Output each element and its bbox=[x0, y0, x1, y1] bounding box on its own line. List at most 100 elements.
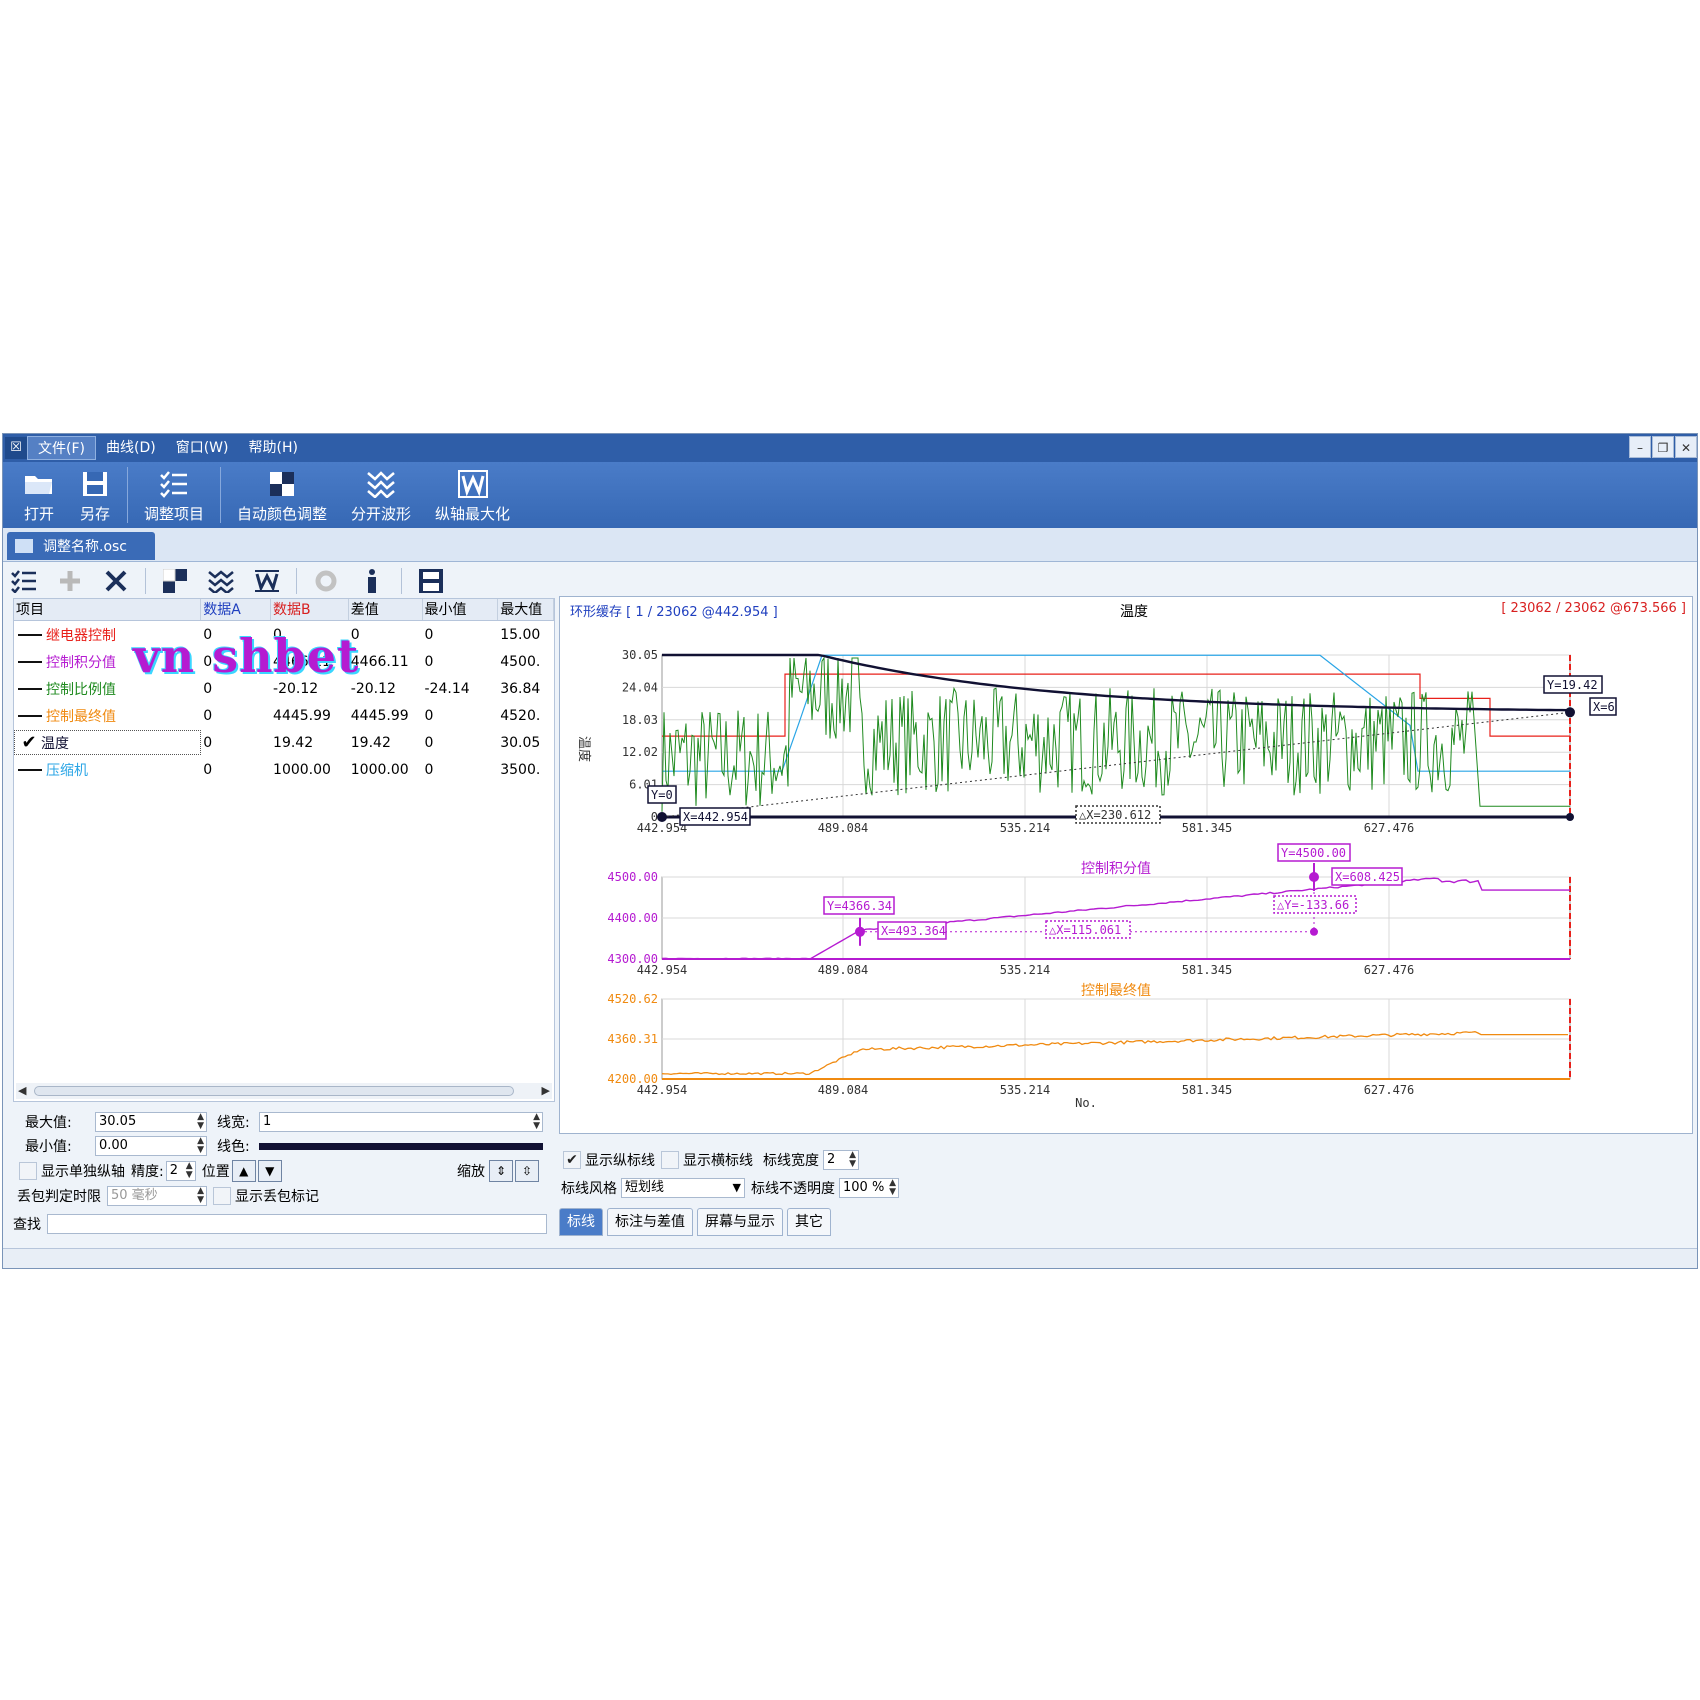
search-input[interactable] bbox=[47, 1214, 547, 1234]
show-drop-checkbox[interactable] bbox=[213, 1187, 231, 1205]
plot-panel bbox=[661, 876, 1571, 960]
tab-screen-display[interactable]: 屏幕与显示 bbox=[697, 1208, 783, 1236]
header-min[interactable]: 最小值 bbox=[423, 599, 499, 620]
data-a-cell: 0 bbox=[203, 707, 213, 724]
tab-annotations[interactable]: 标注与差值 bbox=[607, 1208, 693, 1236]
x-tick-label: 581.345 bbox=[1182, 963, 1233, 977]
zoom-out-button[interactable]: ⇳ bbox=[515, 1160, 539, 1182]
adjust-items-small-button[interactable] bbox=[7, 566, 41, 596]
max-cell: 4520. bbox=[500, 707, 541, 724]
item-name-cell[interactable]: ✔ 温度 bbox=[14, 730, 202, 755]
color-blocks-icon bbox=[163, 569, 187, 593]
restore-button[interactable]: ❐ bbox=[1652, 436, 1674, 458]
x-tick-label: 627.476 bbox=[1364, 963, 1415, 977]
horizontal-scrollbar[interactable]: ◀ ▶ bbox=[16, 1083, 552, 1099]
tab-other[interactable]: 其它 bbox=[787, 1208, 831, 1236]
auto-color-small-button[interactable] bbox=[158, 566, 192, 596]
header-max[interactable]: 最大值 bbox=[498, 599, 554, 620]
maximize-axis-button[interactable]: 纵轴最大化 bbox=[423, 466, 522, 528]
folder-open-icon bbox=[23, 469, 55, 499]
save-small-button[interactable] bbox=[414, 566, 448, 596]
check-icon[interactable]: ✔ bbox=[17, 732, 41, 753]
item-name-cell[interactable]: 压缩机 bbox=[14, 760, 201, 780]
marker-b-point bbox=[1309, 872, 1319, 882]
y-tick-label: 4520.62 bbox=[607, 992, 658, 1006]
item-name: 继电器控制 bbox=[46, 627, 116, 644]
tab-markers[interactable]: 标线 bbox=[559, 1208, 603, 1236]
separate-waves-button[interactable]: 分开波形 bbox=[339, 466, 423, 528]
marker-settings: ✔ 显示纵标线 显示横标线 标线宽度 2 ▲ ▼ 标线风格 短划线 ▼ 标线不透明度 … bbox=[559, 1142, 1693, 1206]
max-cell: 30.05 bbox=[500, 734, 541, 751]
scroll-left-icon[interactable]: ◀ bbox=[18, 1084, 26, 1097]
line-style-row: 标线风格 短划线 ▼ 标线不透明度 100 % ▲ ▼ bbox=[561, 1178, 899, 1198]
save-as-button[interactable]: 另存 bbox=[67, 466, 123, 528]
separate-waves-small-button[interactable] bbox=[204, 566, 238, 596]
drop-time-input[interactable]: 50 毫秒 ▲ ▼ bbox=[107, 1186, 207, 1206]
show-vlines-checkbox[interactable]: ✔ bbox=[563, 1151, 581, 1169]
spin-arrows-icon: ▲ ▼ bbox=[533, 1112, 540, 1131]
position-down-button[interactable]: ▼ bbox=[257, 1160, 282, 1182]
max-cell: 4500. bbox=[500, 653, 541, 670]
y-axis-label: 温度 bbox=[576, 736, 592, 762]
close-button[interactable]: ✕ bbox=[1675, 436, 1697, 458]
delete-item-button[interactable] bbox=[99, 566, 133, 596]
x-tick-label: 535.214 bbox=[1000, 1083, 1051, 1097]
min-row: 最小值: 0.00 ▲ ▼ bbox=[25, 1136, 207, 1156]
header-data-b[interactable]: 数据B bbox=[271, 599, 349, 620]
item-name-cell[interactable]: 控制最终值 bbox=[14, 706, 201, 726]
open-button[interactable]: 打开 bbox=[11, 466, 67, 528]
dropdown-arrow-icon: ▼ bbox=[732, 1181, 741, 1194]
menu-curve[interactable]: 曲线(D) bbox=[96, 436, 166, 460]
ribbon-toolbar: 打开 另存 调整项目 自动颜色调整 分开波形 纵轴最大化 bbox=[3, 462, 1697, 528]
y-tick-label: 18.03 bbox=[622, 713, 658, 727]
y-tick-label: 12.02 bbox=[622, 745, 658, 759]
search-bar: 查找 bbox=[13, 1212, 555, 1236]
table-row[interactable]: 控制最终值 0 4445.99 4445.99 0 4520. bbox=[14, 702, 554, 729]
line-color-swatch[interactable] bbox=[259, 1142, 543, 1150]
info-button[interactable] bbox=[355, 566, 389, 596]
table-row[interactable]: 压缩机 0 1000.00 1000.00 0 3500. bbox=[14, 756, 554, 783]
minimize-button[interactable]: – bbox=[1629, 436, 1651, 458]
line-toggle-row: ✔ 显示纵标线 显示横标线 标线宽度 2 ▲ ▼ bbox=[563, 1150, 859, 1170]
document-tab[interactable]: 调整名称.osc bbox=[7, 532, 155, 560]
header-diff[interactable]: 差值 bbox=[349, 599, 423, 620]
line-width-input[interactable]: 2 ▲ ▼ bbox=[823, 1150, 859, 1170]
linewidth-input[interactable]: 1 ▲ ▼ bbox=[259, 1112, 543, 1132]
table-row[interactable]: ✔ 温度 0 19.42 19.42 0 30.05 bbox=[14, 729, 554, 756]
adjust-items-button[interactable]: 调整项目 bbox=[132, 466, 216, 528]
menu-help[interactable]: 帮助(H) bbox=[238, 436, 307, 460]
min-value-input[interactable]: 0.00 ▲ ▼ bbox=[95, 1136, 207, 1156]
app-icon[interactable]: ☒ bbox=[5, 437, 27, 459]
min-cell: -24.14 bbox=[424, 680, 470, 697]
line-style-select[interactable]: 短划线 ▼ bbox=[621, 1178, 745, 1198]
refresh-button[interactable] bbox=[309, 566, 343, 596]
y-tick-label: 4500.00 bbox=[607, 870, 658, 884]
show-vlines-label: 显示纵标线 bbox=[585, 1153, 655, 1169]
zoom-in-button[interactable]: ⇕ bbox=[489, 1160, 513, 1182]
opacity-input[interactable]: 100 % ▲ ▼ bbox=[839, 1178, 899, 1198]
precision-input[interactable]: 2 ▲ ▼ bbox=[165, 1161, 196, 1181]
x-tick-label: 489.084 bbox=[818, 821, 869, 835]
show-hlines-checkbox[interactable] bbox=[661, 1151, 679, 1169]
waveform-plot[interactable]: 30.0524.0418.0312.026.010442.954 489.084 5… bbox=[560, 621, 1690, 1133]
menu-window[interactable]: 窗口(W) bbox=[166, 436, 239, 460]
auto-color-button[interactable]: 自动颜色调整 bbox=[225, 466, 339, 528]
header-item[interactable]: 项目 bbox=[14, 599, 202, 620]
toolbar-separator bbox=[401, 568, 402, 594]
scroll-right-icon[interactable]: ▶ bbox=[542, 1084, 550, 1097]
checklist-icon bbox=[158, 469, 190, 499]
menu-file[interactable]: 文件(F) bbox=[27, 436, 96, 460]
add-item-button[interactable] bbox=[53, 566, 87, 596]
marker-ya-label: Y=4366.34 bbox=[827, 899, 892, 913]
marker-b-point bbox=[1565, 707, 1575, 718]
position-up-button[interactable]: ▲ bbox=[231, 1160, 256, 1182]
max-value-input[interactable]: 30.05 ▲ ▼ bbox=[95, 1112, 207, 1132]
header-data-a[interactable]: 数据A bbox=[201, 599, 272, 620]
y-tick-label: 30.05 bbox=[622, 648, 658, 662]
scroll-thumb[interactable] bbox=[34, 1086, 514, 1096]
maximize-axis-small-button[interactable] bbox=[250, 566, 284, 596]
zoom-label: 缩放 bbox=[457, 1164, 485, 1180]
plot-header: 环形缓存 [ 1 / 23062 @442.954 ] 温度 [ 23062 /… bbox=[570, 601, 1686, 623]
data-b-cell: 4445.99 bbox=[273, 707, 331, 724]
single-axis-checkbox[interactable] bbox=[19, 1162, 37, 1180]
